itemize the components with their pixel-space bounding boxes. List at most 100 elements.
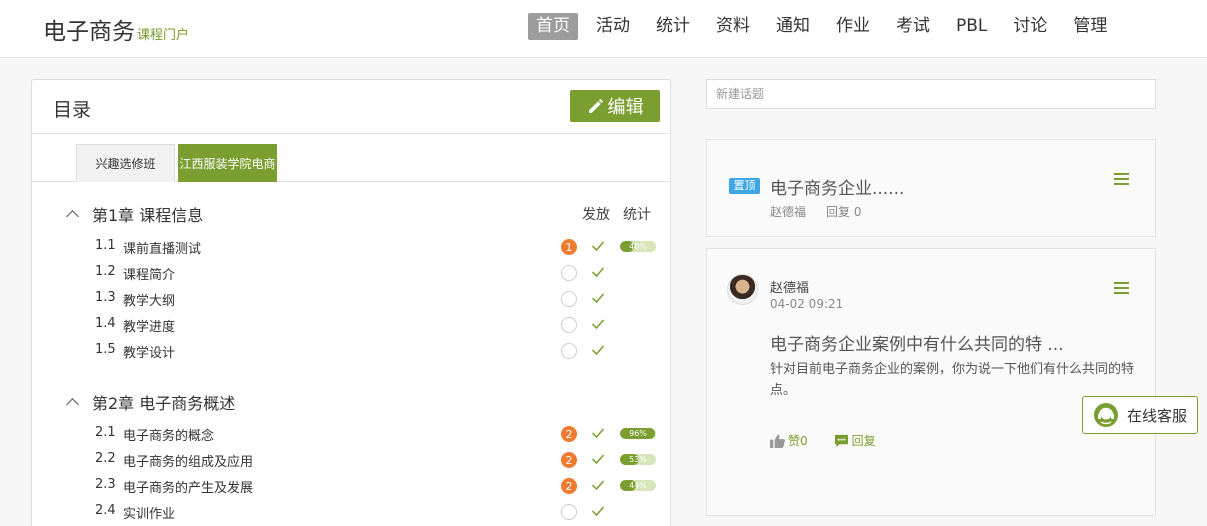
stats-progress-bar[interactable]: 53% — [620, 454, 656, 465]
catalog-title: 目录 — [53, 99, 92, 121]
section-row[interactable]: 2.1 电子商务的概念 2 96% — [95, 421, 665, 447]
publish-circle[interactable] — [561, 291, 577, 307]
section-number: 2.4 — [95, 503, 116, 518]
check-icon — [591, 345, 605, 356]
nav-discussion[interactable]: 讨论 — [1005, 13, 1055, 40]
nav-stats[interactable]: 统计 — [648, 13, 698, 40]
chevron-up-icon[interactable] — [66, 398, 79, 411]
tab-interest-class[interactable]: 兴趣选修班 — [76, 144, 175, 182]
nav-exam[interactable]: 考试 — [888, 13, 938, 40]
section-number: 1.5 — [95, 342, 116, 357]
online-service-button[interactable]: 在线客服 — [1082, 396, 1198, 434]
header: 电子商务 课程门户 首页 活动 统计 资料 通知 作业 考试 PBL 讨论 管理 — [0, 0, 1207, 58]
section-label[interactable]: 课前直播测试 — [123, 238, 201, 257]
section-label[interactable]: 电子商务的组成及应用 — [123, 451, 253, 470]
nav-materials[interactable]: 资料 — [708, 13, 758, 40]
section-label[interactable]: 教学大纲 — [123, 290, 175, 309]
brand[interactable]: 电子商务 课程门户 — [43, 12, 189, 46]
nav-pbl[interactable]: PBL — [948, 13, 995, 40]
pinned-topic-card[interactable]: 置顶 电子商务企业...... 赵德福 回复 0 — [706, 139, 1156, 237]
section-row[interactable]: 2.4 实训作业 — [95, 499, 665, 525]
top-nav: 首页 活动 统计 资料 通知 作业 考试 PBL 讨论 管理 — [528, 13, 1125, 40]
nav-activity[interactable]: 活动 — [588, 13, 638, 40]
publish-count-badge[interactable]: 2 — [561, 452, 577, 468]
section-label[interactable]: 课程简介 — [123, 264, 175, 283]
check-icon — [591, 428, 605, 439]
brand-title: 电子商务 — [43, 19, 135, 45]
section-label[interactable]: 教学设计 — [123, 342, 175, 361]
headset-icon — [1094, 403, 1118, 427]
topic-meta: 赵德福 回复 0 — [770, 203, 861, 220]
section-row[interactable]: 2.3 电子商务的产生及发展 2 44% — [95, 473, 665, 499]
catalog-panel: 目录 编辑 兴趣选修班 江西服装学院电商 第1章 课程信息 发放 统计 1.1 课… — [31, 79, 671, 526]
menu-icon[interactable] — [1114, 173, 1129, 188]
check-icon — [591, 293, 605, 304]
menu-icon[interactable] — [1114, 282, 1129, 297]
online-service-label: 在线客服 — [1127, 406, 1188, 425]
post-title[interactable]: 电子商务企业案例中有什么共同的特 ... — [770, 330, 1064, 355]
stats-progress-bar[interactable]: 96% — [620, 428, 656, 439]
section-row[interactable]: 2.2 电子商务的组成及应用 2 53% — [95, 447, 665, 473]
check-icon — [591, 480, 605, 491]
edit-label: 编辑 — [607, 97, 644, 118]
col-publish: 发放 — [582, 207, 610, 223]
nav-manage[interactable]: 管理 — [1065, 13, 1115, 40]
publish-circle[interactable] — [561, 343, 577, 359]
section-label[interactable]: 教学进度 — [123, 316, 175, 335]
like-label: 赞0 — [788, 434, 808, 448]
thumbs-up-icon — [770, 433, 785, 448]
post-time: 04-02 09:21 — [770, 297, 844, 311]
topic-reply-count: 回复 0 — [826, 205, 862, 219]
nav-homework[interactable]: 作业 — [828, 13, 878, 40]
stats-progress-bar[interactable]: 40% — [620, 241, 656, 252]
section-label[interactable]: 电子商务的概念 — [123, 425, 214, 444]
nav-notice[interactable]: 通知 — [768, 13, 818, 40]
section-number: 1.2 — [95, 264, 116, 279]
nav-home[interactable]: 首页 — [528, 13, 578, 40]
publish-circle[interactable] — [561, 265, 577, 281]
edit-button[interactable]: 编辑 — [570, 90, 660, 122]
publish-count-badge[interactable]: 2 — [561, 426, 577, 442]
tab-jiangxi-class[interactable]: 江西服装学院电商 — [178, 144, 277, 182]
avatar[interactable] — [727, 274, 758, 305]
publish-count-badge[interactable]: 2 — [561, 478, 577, 494]
section-number: 2.1 — [95, 425, 116, 440]
col-stats: 统计 — [623, 207, 651, 223]
brand-subtitle: 课程门户 — [137, 28, 190, 43]
section-number: 2.2 — [95, 451, 116, 466]
catalog-header: 目录 编辑 — [32, 80, 670, 134]
progress-label: 40% — [629, 242, 647, 251]
like-button[interactable]: 赞0 — [770, 432, 808, 449]
post-actions: 赞0 回复 — [770, 432, 902, 449]
pencil-icon — [588, 98, 603, 113]
chevron-up-icon[interactable] — [66, 210, 79, 223]
progress-label: 96% — [629, 429, 647, 438]
publish-circle[interactable] — [561, 317, 577, 333]
class-tabs: 兴趣选修班 江西服装学院电商 — [32, 134, 670, 182]
section-row[interactable]: 1.5 教学设计 — [95, 338, 665, 364]
check-icon — [591, 241, 605, 252]
section-number: 2.3 — [95, 477, 116, 492]
check-icon — [591, 506, 605, 517]
chapter-title[interactable]: 第2章 电子商务概述 — [66, 390, 235, 414]
publish-circle[interactable] — [561, 504, 577, 520]
new-topic-input[interactable] — [706, 79, 1156, 109]
section-label[interactable]: 实训作业 — [123, 503, 175, 522]
topic-post-card[interactable]: 赵德福 04-02 09:21 电子商务企业案例中有什么共同的特 ... 针对目… — [706, 248, 1156, 516]
reply-button[interactable]: 回复 — [834, 432, 876, 449]
section-label[interactable]: 电子商务的产生及发展 — [123, 477, 253, 496]
publish-count-badge[interactable]: 1 — [561, 239, 577, 255]
chapter-title[interactable]: 第1章 课程信息 — [66, 202, 203, 226]
topic-title[interactable]: 电子商务企业...... — [770, 174, 904, 199]
pinned-badge: 置顶 — [729, 178, 760, 194]
topic-author: 赵德福 — [770, 205, 807, 219]
check-icon — [591, 454, 605, 465]
progress-label: 44% — [629, 481, 647, 490]
section-row[interactable]: 1.3 教学大纲 — [95, 286, 665, 312]
section-row[interactable]: 1.4 教学进度 — [95, 312, 665, 338]
section-row[interactable]: 1.1 课前直播测试 1 40% — [95, 234, 665, 260]
stats-progress-bar[interactable]: 44% — [620, 480, 656, 491]
progress-label: 53% — [629, 455, 647, 464]
section-row[interactable]: 1.2 课程简介 — [95, 260, 665, 286]
post-author: 赵德福 — [770, 281, 810, 296]
